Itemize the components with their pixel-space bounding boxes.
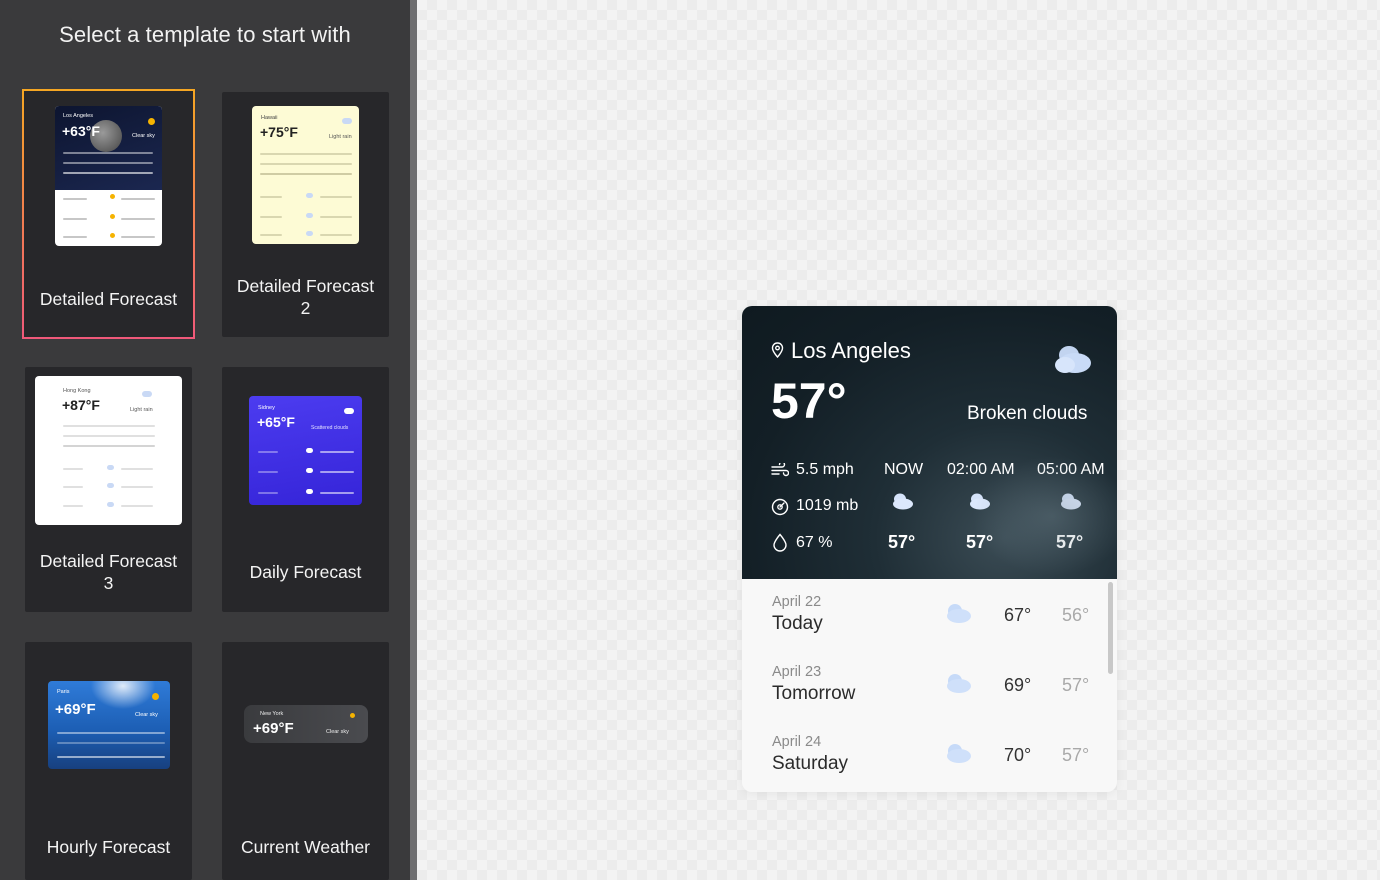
- sun-icon: [110, 214, 115, 219]
- thumbnail-condition: Light rain: [329, 134, 352, 140]
- forecast-day: Today: [772, 613, 823, 634]
- thumbnail-temp: +75°F: [260, 124, 298, 140]
- weather-widget-preview: Los Angeles 57° Broken clouds 5.5 mph 10…: [742, 306, 1117, 792]
- thumbnail-city: Los Angeles: [63, 113, 93, 119]
- forecast-low: 56°: [1062, 605, 1090, 625]
- cloud-icon: [107, 483, 114, 488]
- list-item: April 22 Today 67° 56°: [742, 591, 1117, 661]
- template-label: Current Weather: [240, 837, 371, 857]
- sidebar-scrollbar[interactable]: [410, 0, 417, 880]
- cloud-icon: [306, 468, 313, 473]
- cloud-icon: [342, 118, 352, 124]
- sun-icon: [110, 194, 115, 199]
- template-thumbnail: Paris +69°F Clear sky: [48, 681, 170, 769]
- forecast-date: April 23: [772, 664, 822, 680]
- thumbnail-temp: +63°F: [62, 123, 100, 139]
- cloud-icon: [306, 193, 313, 198]
- template-thumbnail: Hawaii +75°F Light rain: [252, 106, 359, 244]
- template-thumbnail: New York +69°F Clear sky: [244, 705, 368, 743]
- template-thumbnail: Sidney +65°F Scattered clouds: [249, 396, 362, 505]
- cloud-icon: [142, 391, 152, 397]
- cloud-icon: [107, 465, 114, 470]
- city-name: Los Angeles: [791, 338, 911, 363]
- hourly-time: 02:00 AM: [947, 461, 1015, 478]
- forecast-high: 70°: [1004, 745, 1032, 765]
- thumbnail-condition: Clear sky: [326, 729, 349, 735]
- wind-speed: 5.5 mph: [796, 461, 854, 478]
- forecast-low: 57°: [1062, 745, 1090, 765]
- hourly-temp: 57°: [888, 532, 916, 552]
- template-sidebar: Select a template to start with Los Ange…: [0, 0, 410, 880]
- current-temperature: 57°: [771, 373, 847, 429]
- moon-icon: [148, 118, 155, 125]
- forecast-high: 69°: [1004, 675, 1032, 695]
- forecast-day: Saturday: [772, 753, 849, 774]
- cloud-icon: [306, 231, 313, 236]
- thumbnail-temp: +69°F: [253, 720, 294, 737]
- list-item: April 24 Saturday 70° 57°: [742, 731, 1117, 792]
- forecast-date: April 24: [772, 734, 822, 750]
- template-thumbnail: Hong Kong +87°F Light rain: [35, 376, 182, 525]
- thumbnail-city: New York: [260, 711, 284, 717]
- forecast-low: 57°: [1062, 675, 1090, 695]
- cloud-icon: [306, 489, 313, 494]
- list-item: April 23 Tomorrow 69° 57°: [742, 661, 1117, 731]
- template-card-detailed-forecast-3[interactable]: Hong Kong +87°F Light rain Detailed Fore…: [25, 367, 192, 612]
- weather-condition: Broken clouds: [967, 403, 1088, 424]
- template-card-detailed-forecast-2[interactable]: Hawaii +75°F Light rain Detailed Forecas…: [222, 92, 389, 337]
- humidity: 67 %: [796, 534, 833, 551]
- forecast-date: April 22: [772, 594, 822, 610]
- template-card-hourly-forecast[interactable]: Paris +69°F Clear sky Hourly Forecast: [25, 642, 192, 880]
- thumbnail-condition: Clear sky: [132, 133, 155, 139]
- forecast-high: 67°: [1004, 605, 1032, 625]
- hourly-time: 05:00 AM: [1037, 461, 1105, 478]
- location-pin-icon: [771, 342, 784, 358]
- hourly-temp: 57°: [1056, 532, 1084, 552]
- sun-icon: [110, 233, 115, 238]
- cloud-icon: [947, 744, 971, 763]
- thumbnail-temp: +65°F: [257, 414, 295, 430]
- template-label: Detailed Forecast: [39, 289, 178, 309]
- template-card-detailed-forecast[interactable]: Los Angeles +63°F Clear sky Detailed For…: [22, 89, 195, 339]
- hourly-time: NOW: [884, 461, 924, 478]
- template-label: Hourly Forecast: [46, 837, 171, 857]
- template-thumbnail: Los Angeles +63°F Clear sky: [55, 106, 162, 246]
- cloud-icon: [1061, 493, 1081, 510]
- template-label: Detailed Forecast 3: [39, 551, 178, 593]
- template-card-current-weather[interactable]: New York +69°F Clear sky Current Weather: [222, 642, 389, 880]
- cloud-icon: [107, 502, 114, 507]
- forecast-day: Tomorrow: [772, 683, 856, 704]
- cloud-icon: [344, 408, 354, 414]
- daily-forecast-list[interactable]: April 22 Today 67° 56° April 23 Tomorrow…: [742, 579, 1117, 792]
- thumbnail-condition: Clear sky: [135, 712, 158, 718]
- pressure: 1019 mb: [796, 497, 859, 514]
- template-label: Detailed Forecast 2: [236, 276, 375, 318]
- pressure-gauge-icon: [771, 498, 789, 516]
- forecast-scrollbar[interactable]: [1108, 582, 1113, 674]
- sun-icon: [350, 713, 355, 718]
- thumbnail-city: Paris: [57, 689, 70, 695]
- wind-icon: [771, 463, 789, 477]
- thumbnail-condition: Scattered clouds: [311, 425, 349, 431]
- sidebar-title: Select a template to start with: [59, 22, 351, 47]
- sun-icon: [152, 693, 159, 700]
- water-drop-icon: [773, 533, 787, 552]
- current-weather-panel: Los Angeles 57° Broken clouds 5.5 mph 10…: [742, 306, 1117, 579]
- cloud-icon: [306, 448, 313, 453]
- hourly-temp: 57°: [966, 532, 994, 552]
- thumbnail-temp: +87°F: [62, 397, 100, 413]
- thumbnail-temp: +69°F: [55, 701, 96, 718]
- broken-clouds-icon: [1055, 346, 1091, 373]
- thumbnail-city: Hong Kong: [63, 388, 91, 394]
- thumbnail-condition: Light rain: [130, 407, 153, 413]
- cloud-icon: [970, 493, 990, 510]
- cloud-icon: [893, 493, 913, 510]
- template-label: Daily Forecast: [249, 562, 362, 582]
- cloud-icon: [947, 674, 971, 693]
- cloud-icon: [306, 213, 313, 218]
- thumbnail-city: Sidney: [258, 405, 275, 411]
- template-card-daily-forecast[interactable]: Sidney +65°F Scattered clouds Daily Fore…: [222, 367, 389, 612]
- cloud-icon: [947, 604, 971, 623]
- thumbnail-city: Hawaii: [261, 115, 278, 121]
